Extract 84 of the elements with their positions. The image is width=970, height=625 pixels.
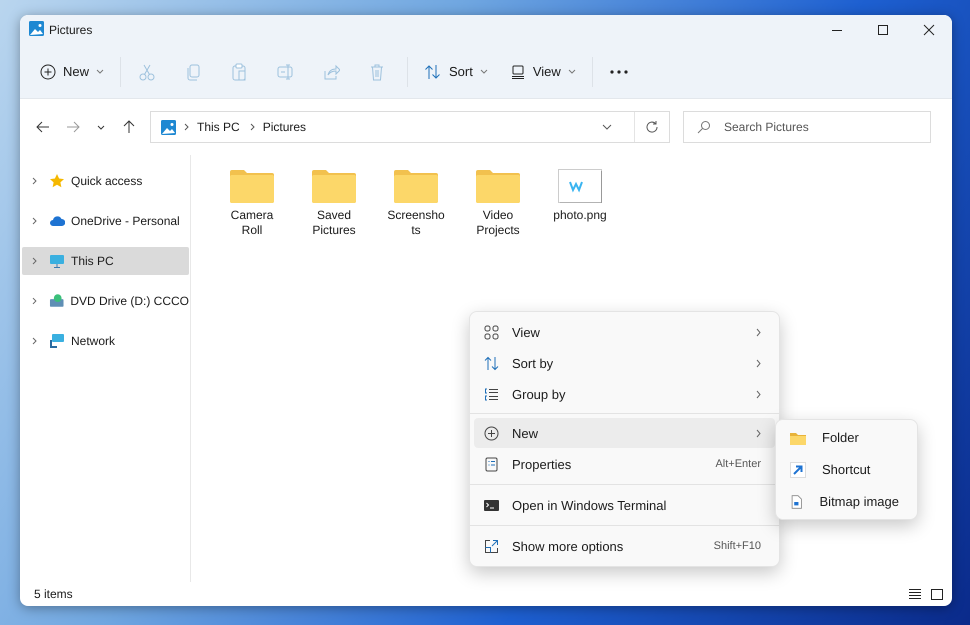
folder-icon [476,169,520,203]
chevron-right-icon [32,217,37,225]
close-icon [923,24,935,36]
square-icon [930,588,944,600]
submenu-item[interactable]: Shortcut [780,454,913,485]
monitor-icon [49,253,65,269]
scissors-icon [138,62,156,80]
terminal-icon [484,498,499,512]
refresh-icon[interactable] [645,120,659,134]
new-button[interactable]: New [32,54,112,88]
sort-arrows-icon [484,356,499,370]
menu-item[interactable]: Open in Windows Terminal [474,490,775,520]
file-item[interactable]: photo.png [543,169,617,223]
pictures-icon [161,120,176,134]
chevron-down-icon [568,69,576,74]
menu-item[interactable]: Sort by [474,348,775,378]
chevron-down-icon [97,124,105,130]
chevron-right-icon [250,123,255,131]
sidebar-item[interactable]: DVD Drive (D:) CCCO [22,287,189,315]
sort-button[interactable]: Sort [416,54,496,88]
menu-item[interactable]: Show more options Shift+F10 [474,531,775,561]
chevron-down-icon [96,69,104,74]
chevron-right-icon [32,257,37,265]
folder-icon [230,169,274,203]
breadcrumb[interactable]: This PC [197,120,240,134]
breadcrumb[interactable]: Pictures [262,120,306,134]
shortcut-hint: Alt+Enter [715,458,761,470]
properties-icon [484,456,499,472]
view-button[interactable]: View [502,54,584,88]
chevron-right-icon [32,177,37,185]
grid-icon [484,324,499,340]
shortcut-hint: Shift+F10 [714,540,761,552]
star-icon [49,173,65,189]
file-name: photo.png [552,208,608,223]
monitor-icon [510,64,526,80]
forward-arrow-icon [66,121,80,133]
plus-circle-icon [40,64,56,80]
sidebar-item[interactable]: OneDrive - Personal [22,207,189,235]
up-arrow-icon [123,120,135,134]
file-name: Saved Pictures [311,208,357,238]
image-thumbnail-icon [558,169,602,203]
rename-icon [276,62,294,80]
chevron-right-icon [32,297,37,305]
menu-item[interactable]: Properties Alt+Enter [474,449,775,479]
sidebar-item[interactable]: Network [22,327,189,355]
item-count: 5 items [34,587,73,601]
file-item[interactable]: Camera Roll [215,169,289,238]
ellipsis-icon [610,70,628,74]
address-bar[interactable]: This PC Pictures [150,111,670,143]
bitmap-file-icon [790,494,804,510]
file-name: Camera Roll [230,208,274,238]
file-item[interactable]: Screenshots [379,169,453,238]
file-name: Screenshots [386,208,446,238]
menu-item[interactable]: View [474,317,775,347]
pictures-icon [29,21,44,36]
sidebar-item[interactable]: Quick access [22,167,189,195]
sort-arrows-icon [424,64,442,80]
share-icon [322,62,340,80]
chevron-down-icon [480,69,488,74]
chevron-right-icon [32,337,37,345]
paste-icon [230,62,248,80]
folder-icon [312,169,356,203]
submenu-item[interactable]: Folder [780,422,913,453]
list-icon [908,588,922,600]
back-arrow-icon [36,121,50,133]
sidebar-item[interactable]: This PC [22,247,189,275]
plus-circle-icon [484,426,499,440]
disc-drive-icon [48,293,64,309]
file-name: Video Projects [475,208,521,238]
file-item[interactable]: Video Projects [461,169,535,238]
list-icon [484,386,499,402]
submenu-item[interactable]: Bitmap image [780,486,913,517]
folder-icon [394,169,438,203]
maximize-icon [877,24,889,36]
menu-item[interactable]: Group by [474,379,775,409]
window-title: Pictures [49,23,92,37]
menu-item[interactable]: New [474,418,775,448]
file-item[interactable]: Saved Pictures [297,169,371,238]
search-icon [697,120,711,134]
search-field[interactable]: Search Pictures [683,111,931,143]
network-icon [49,333,65,349]
chevron-down-icon [602,124,612,130]
expand-window-icon [484,538,499,554]
chevron-right-icon [184,123,189,131]
